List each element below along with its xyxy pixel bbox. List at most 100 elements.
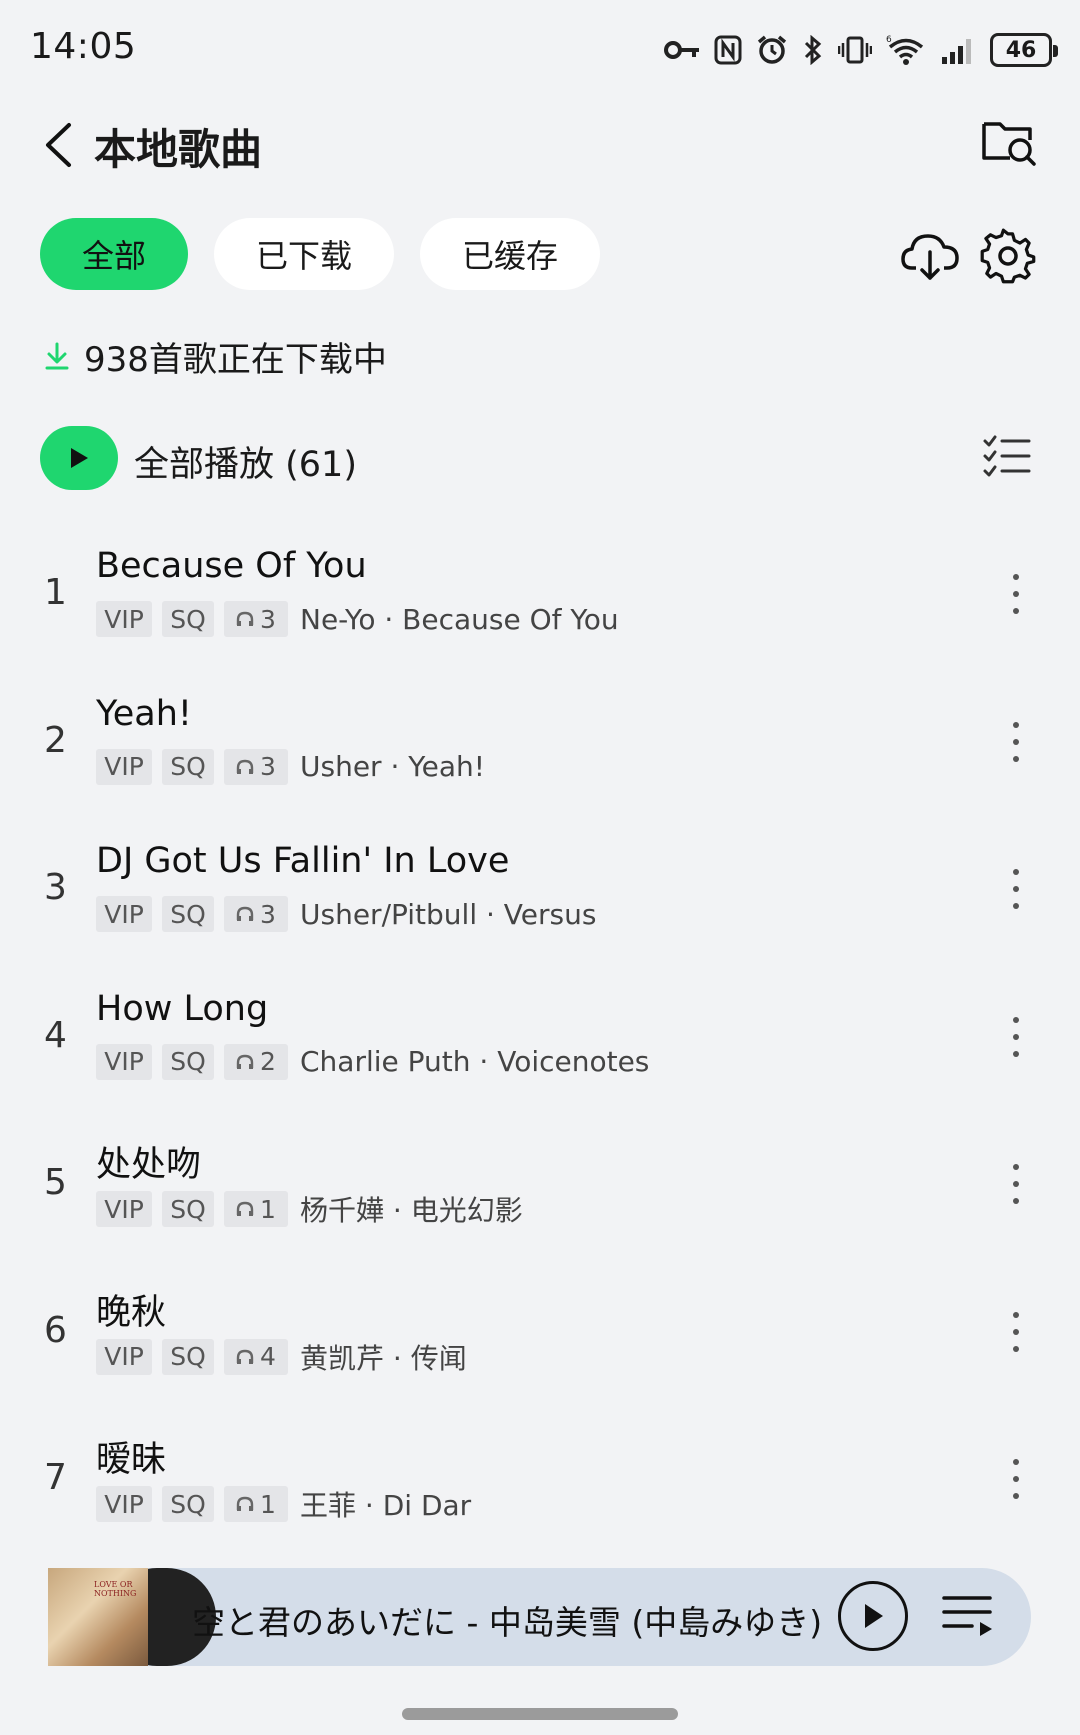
- headphones-icon: [236, 906, 254, 921]
- song-row[interactable]: 5 处处吻 VIP SQ 1 杨千嬅 · 电光幻影: [0, 1126, 1080, 1274]
- song-index: 6: [44, 1309, 67, 1351]
- song-index: 7: [44, 1457, 67, 1498]
- song-meta: VIP SQ 2 Charlie Puth · Voicenotes: [96, 1043, 649, 1081]
- more-options-button[interactable]: [1006, 1311, 1026, 1352]
- listen-count: 3: [260, 899, 276, 929]
- headphones-icon: [236, 1349, 254, 1364]
- search-local-button[interactable]: [980, 114, 1038, 168]
- play-all-label[interactable]: 全部播放 (61): [134, 436, 357, 487]
- play-all-row: 全部播放 (61): [40, 426, 1040, 490]
- song-meta: VIP SQ 1 王菲 · Di Dar: [96, 1485, 471, 1523]
- tab-cached[interactable]: 已缓存: [420, 218, 600, 290]
- song-row[interactable]: 3 DJ Got Us Fallin' In Love VIP SQ 3 Ush…: [0, 831, 1080, 979]
- album-cover[interactable]: LOVE OR NOTHING: [48, 1568, 148, 1666]
- more-options-button[interactable]: [1006, 721, 1026, 762]
- wifi-icon: 6: [886, 35, 924, 65]
- gear-icon: [980, 228, 1036, 284]
- settings-button[interactable]: [980, 228, 1036, 284]
- playlist-button[interactable]: [942, 1592, 994, 1640]
- song-artist-album: Usher/Pitbull · Versus: [300, 897, 597, 931]
- listen-count: 3: [260, 604, 276, 634]
- song-artist-album: Usher · Yeah!: [300, 750, 486, 783]
- listen-count: 3: [260, 752, 276, 781]
- more-options-button[interactable]: [1006, 1016, 1026, 1057]
- mini-play-button[interactable]: [838, 1581, 908, 1651]
- back-button[interactable]: [36, 118, 80, 172]
- mini-player[interactable]: LOVE OR NOTHING 空と君のあいだに - 中岛美雪 (中島みゆき): [48, 1568, 1031, 1666]
- song-title: Yeah!: [96, 693, 192, 734]
- song-title: How Long: [96, 988, 269, 1029]
- download-arrow-icon: [45, 342, 69, 370]
- vip-badge: VIP: [96, 1191, 152, 1227]
- checklist-icon: [983, 435, 1031, 477]
- download-status-text: 938首歌正在下载中: [84, 339, 387, 380]
- listen-count: 2: [260, 1047, 276, 1076]
- multi-select-button[interactable]: [982, 432, 1032, 482]
- listen-count-badge: 4: [224, 1338, 288, 1375]
- header: 本地歌曲: [0, 100, 1080, 190]
- tab-all[interactable]: 全部: [40, 218, 188, 290]
- more-options-button[interactable]: [1006, 869, 1026, 909]
- listen-count-badge: 1: [224, 1191, 288, 1227]
- download-status[interactable]: 938首歌正在下载中: [44, 334, 387, 380]
- song-row[interactable]: 7 暧昧 VIP SQ 1 王菲 · Di Dar: [0, 1421, 1080, 1569]
- vip-badge: VIP: [96, 1043, 152, 1080]
- playlist-icon: [942, 1596, 992, 1636]
- song-row[interactable]: 4 How Long VIP SQ 2 Charlie Puth · Voice…: [0, 979, 1080, 1127]
- headphones-icon: [236, 759, 254, 774]
- listen-count-badge: 3: [224, 748, 288, 785]
- song-index: 2: [44, 719, 67, 761]
- play-all-button[interactable]: [40, 426, 118, 490]
- song-title: DJ Got Us Fallin' In Love: [96, 841, 510, 881]
- vip-badge: VIP: [96, 748, 152, 785]
- song-index: 4: [44, 1014, 67, 1056]
- now-playing-title[interactable]: 空と君のあいだに - 中岛美雪 (中島みゆき): [192, 1596, 822, 1644]
- sq-badge: SQ: [162, 1486, 214, 1522]
- song-meta: VIP SQ 4 黄凯芹 · 传闻: [96, 1338, 467, 1376]
- svg-text:6: 6: [886, 35, 892, 45]
- chevron-left-icon: [46, 123, 71, 167]
- more-options-button[interactable]: [1006, 574, 1026, 614]
- sq-badge: SQ: [162, 1043, 214, 1080]
- tab-downloaded[interactable]: 已下载: [214, 218, 394, 290]
- listen-count: 1: [260, 1194, 276, 1224]
- home-indicator[interactable]: [402, 1708, 678, 1720]
- listen-count-badge: 3: [224, 896, 288, 932]
- headphones-icon: [236, 1201, 254, 1216]
- headphones-icon: [236, 1496, 254, 1511]
- vip-badge: VIP: [96, 601, 152, 637]
- status-bar: 14:05 6 46: [0, 0, 1080, 96]
- sq-badge: SQ: [162, 601, 214, 637]
- sq-badge: SQ: [162, 896, 214, 932]
- song-title: 处处吻: [96, 1145, 202, 1185]
- cloud-download-button[interactable]: [900, 228, 960, 284]
- listen-count: 1: [260, 1489, 276, 1519]
- song-artist-album: Ne-Yo · Because Of You: [300, 602, 619, 636]
- song-artist-album: 黄凯芹 · 传闻: [300, 1341, 467, 1375]
- headphones-icon: [236, 611, 254, 626]
- song-artist-album: 杨千嬅 · 电光幻影: [300, 1194, 523, 1227]
- sq-badge: SQ: [162, 1191, 214, 1227]
- filter-tabs: 全部 已下载 已缓存: [40, 218, 600, 292]
- more-options-button[interactable]: [1006, 1459, 1026, 1499]
- vip-badge: VIP: [96, 1486, 152, 1522]
- song-row[interactable]: 6 晚秋 VIP SQ 4 黄凯芹 · 传闻: [0, 1274, 1080, 1422]
- album-cover-text: LOVE OR NOTHING: [94, 1580, 137, 1598]
- song-artist-album: 王菲 · Di Dar: [300, 1489, 472, 1522]
- listen-count: 4: [260, 1342, 276, 1371]
- play-icon: [865, 1604, 883, 1628]
- song-row[interactable]: 1 Because Of You VIP SQ 3 Ne-Yo · Becaus…: [0, 536, 1080, 684]
- more-options-button[interactable]: [1006, 1164, 1026, 1204]
- song-index: 1: [44, 572, 67, 613]
- song-row[interactable]: 2 Yeah! VIP SQ 3 Usher · Yeah!: [0, 684, 1080, 832]
- song-index: 3: [44, 867, 67, 908]
- folder-search-icon: [982, 122, 1036, 166]
- vibrate-icon: [838, 36, 872, 64]
- song-title: Because Of You: [96, 546, 367, 586]
- vip-badge: VIP: [96, 1338, 152, 1375]
- listen-count-badge: 2: [224, 1043, 288, 1080]
- song-meta: VIP SQ 3 Usher/Pitbull · Versus: [96, 895, 596, 933]
- sq-badge: SQ: [162, 748, 214, 785]
- vip-badge: VIP: [96, 896, 152, 932]
- nfc-icon: [714, 35, 742, 65]
